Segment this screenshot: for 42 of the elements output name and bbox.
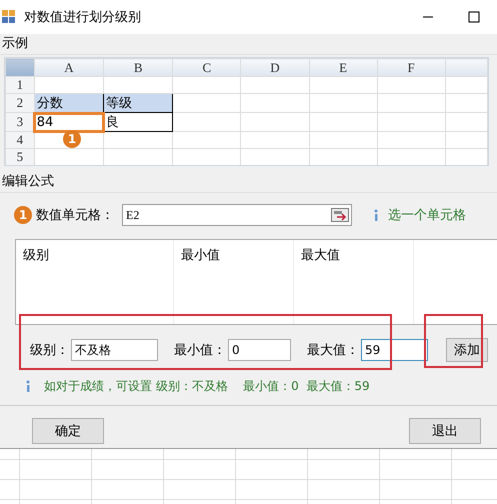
maximize-icon	[468, 11, 480, 23]
window-title: 对数值进行划分级别	[24, 9, 142, 26]
highlight-frame	[424, 314, 483, 368]
cell-input-field[interactable]: E2	[122, 204, 352, 226]
field-label: 级别：	[30, 342, 69, 359]
column-header[interactable]: F	[377, 58, 446, 76]
row-header[interactable]: 4	[6, 132, 34, 148]
dialog-button[interactable]: 确定	[32, 418, 104, 444]
table-cell: 84	[34, 112, 104, 132]
column-header: 最大值	[301, 248, 340, 263]
field-label: 最大值：	[307, 342, 359, 359]
info-icon	[24, 380, 32, 392]
hint-text: 选一个单元格	[388, 207, 466, 224]
add-button[interactable]: 添加	[446, 338, 488, 362]
column-header[interactable]: E	[309, 58, 378, 76]
row-header[interactable]: 5	[6, 148, 34, 165]
row-header[interactable]: 1	[6, 76, 34, 94]
section-label: 示例	[0, 34, 497, 55]
column-header: 最小值	[181, 248, 220, 263]
input-field[interactable]: 0	[228, 339, 291, 361]
row-header[interactable]: 2	[6, 94, 34, 112]
cell-picker-icon[interactable]	[331, 208, 349, 222]
table-cell: 等级	[104, 94, 173, 112]
input-field[interactable]: 不及格	[71, 339, 158, 361]
column-header[interactable]: B	[104, 58, 173, 76]
tip-text: 如对于成绩，可设置 级别：不及格 最小值：0 最大值：59	[44, 378, 370, 394]
field-label: 数值单元格：	[36, 207, 114, 224]
section-label: 编辑公式	[0, 172, 497, 193]
table-cell: 分数	[34, 94, 104, 112]
step-badge: 1	[63, 130, 81, 148]
row-header[interactable]: 3	[6, 112, 34, 132]
step-badge: 1	[14, 206, 32, 224]
field-label: 最小值：	[174, 342, 226, 359]
column-header[interactable]: C	[172, 58, 241, 76]
corner-cell[interactable]	[6, 58, 34, 76]
app-icon	[2, 10, 16, 24]
column-header: 级别	[23, 248, 49, 263]
table-cell: 良	[104, 112, 173, 132]
input-field[interactable]: 59	[361, 339, 428, 361]
column-header[interactable]: A	[34, 58, 104, 76]
column-header[interactable]: D	[240, 58, 310, 76]
dialog-button[interactable]: 退出	[409, 418, 481, 444]
